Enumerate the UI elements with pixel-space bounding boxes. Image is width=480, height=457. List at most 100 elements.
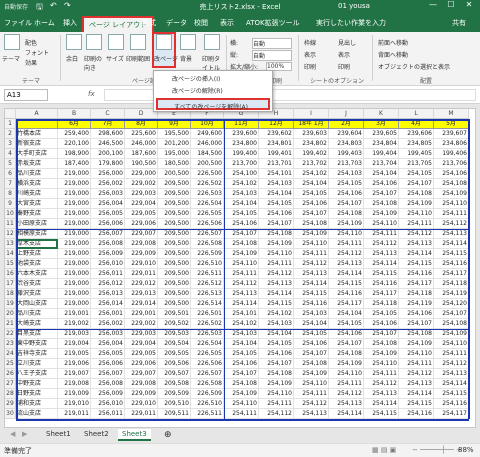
table-cell[interactable]: 254,107 — [329, 339, 364, 349]
table-cell[interactable]: 209,500 — [158, 219, 191, 229]
table-cell[interactable]: 254,106 — [399, 309, 434, 319]
user-name[interactable]: 01 yousa — [338, 2, 370, 10]
table-cell[interactable]: 195,000 — [158, 149, 191, 159]
table-cell[interactable]: 219,000 — [58, 219, 91, 229]
table-cell[interactable]: 254,109 — [399, 199, 434, 209]
table-cell[interactable]: 254,111 — [224, 409, 259, 419]
table-cell[interactable]: 209,504 — [158, 339, 191, 349]
table-cell[interactable]: 239,605 — [364, 129, 399, 139]
row-header[interactable]: 17 — [5, 279, 16, 289]
table-cell[interactable]: 234,806 — [434, 139, 469, 149]
zoom-slider[interactable]: − ─────┼── + — [412, 446, 462, 454]
table-cell[interactable]: 254,116 — [364, 279, 399, 289]
table-cell[interactable]: 213,706 — [434, 159, 469, 169]
table-cell[interactable]: 229,009 — [125, 249, 158, 259]
column-header[interactable]: K — [364, 109, 399, 119]
table-cell[interactable]: 254,106 — [329, 329, 364, 339]
table-cell[interactable]: 254,114 — [329, 409, 364, 419]
table-cell[interactable]: 195,500 — [158, 129, 191, 139]
table-cell[interactable]: 254,105 — [399, 169, 434, 179]
table-cell[interactable]: 日野支店 — [16, 389, 58, 399]
row-header[interactable]: 21 — [5, 319, 16, 329]
table-cell[interactable]: 254,110 — [224, 399, 259, 409]
sheet-tab-1[interactable]: Sheet1 — [42, 429, 75, 441]
table-cell[interactable]: 229,010 — [125, 399, 158, 409]
table-cell[interactable]: 229,007 — [125, 369, 158, 379]
table-cell[interactable]: 254,107 — [364, 189, 399, 199]
table-cell[interactable]: 225,600 — [125, 129, 158, 139]
table-cell[interactable]: 209,500 — [158, 249, 191, 259]
table-cell[interactable]: 254,117 — [434, 269, 469, 279]
column-header[interactable]: J — [329, 109, 364, 119]
table-cell[interactable]: 254,109 — [434, 189, 469, 199]
table-cell[interactable]: 254,108 — [329, 209, 364, 219]
table-cell[interactable]: 254,112 — [364, 239, 399, 249]
active-cell-A13[interactable] — [16, 239, 58, 249]
table-cell[interactable]: 254,114 — [224, 299, 259, 309]
table-cell[interactable]: 219,001 — [58, 309, 91, 319]
tab-review[interactable]: 校閲 — [194, 18, 208, 28]
row-header[interactable]: 6 — [5, 169, 16, 179]
table-cell[interactable]: 254,110 — [224, 259, 259, 269]
table-cell[interactable]: 219,003 — [58, 329, 91, 339]
table-cell[interactable]: 229,014 — [125, 299, 158, 309]
table-cell[interactable]: 254,107 — [259, 219, 294, 229]
column-header[interactable]: A — [16, 109, 58, 119]
table-cell[interactable]: 254,106 — [434, 169, 469, 179]
table-cell[interactable]: 246,500 — [91, 139, 125, 149]
row-header[interactable]: 19 — [5, 299, 16, 309]
table-cell[interactable]: 209,501 — [158, 309, 191, 319]
row-header[interactable]: 4 — [5, 149, 16, 159]
table-cell[interactable]: 大崎支店 — [16, 319, 58, 329]
table-cell[interactable]: 小田原支店 — [16, 219, 58, 229]
table-cell[interactable]: 226,506 — [191, 359, 224, 369]
table-cell[interactable]: 254,112 — [259, 409, 294, 419]
table-cell[interactable]: 219,000 — [58, 239, 91, 249]
table-cell[interactable]: 229,002 — [125, 319, 158, 329]
table-cell[interactable]: 254,111 — [294, 249, 329, 259]
table-cell[interactable]: 229,009 — [125, 389, 158, 399]
table-cell[interactable]: 254,107 — [294, 209, 329, 219]
table-cell[interactable]: 254,112 — [364, 379, 399, 389]
table-cell[interactable]: 254,109 — [434, 329, 469, 339]
table-cell[interactable]: 254,110 — [399, 209, 434, 219]
row-header[interactable]: 12 — [5, 229, 16, 239]
table-cell[interactable]: 256,012 — [91, 279, 125, 289]
table-cell[interactable]: 256,001 — [91, 309, 125, 319]
table-cell[interactable]: 234,800 — [224, 139, 259, 149]
table-cell[interactable]: 234,801 — [259, 139, 294, 149]
table-cell[interactable]: 254,109 — [364, 349, 399, 359]
tab-formulas[interactable]: 数式 — [142, 18, 156, 28]
table-cell[interactable]: 219,005 — [58, 349, 91, 359]
fonts-button[interactable]: フォント — [25, 48, 49, 57]
theme-button[interactable]: テーマ — [2, 54, 20, 63]
row-header[interactable]: 22 — [5, 329, 16, 339]
table-cell[interactable]: 234,803 — [329, 139, 364, 149]
table-cell[interactable]: 254,113 — [294, 269, 329, 279]
tab-atok[interactable]: ATOK拡張ツール — [246, 18, 300, 28]
table-cell[interactable]: 254,112 — [399, 229, 434, 239]
table-cell[interactable]: 254,113 — [329, 399, 364, 409]
orientation-icon[interactable] — [86, 34, 102, 50]
selection-pane-button[interactable]: オブジェクトの選択と表示 — [378, 62, 450, 71]
table-cell[interactable]: 219,000 — [58, 289, 91, 299]
name-box[interactable]: A13 — [4, 89, 48, 101]
table-cell[interactable]: 254,109 — [224, 249, 259, 259]
table-cell[interactable]: 赤坂支店 — [16, 159, 58, 169]
table-cell[interactable]: 226,504 — [191, 199, 224, 209]
table-cell[interactable]: 209,500 — [158, 179, 191, 189]
table-cell[interactable]: 226,514 — [191, 299, 224, 309]
table-cell[interactable]: 226,502 — [191, 319, 224, 329]
table-cell[interactable]: 254,113 — [434, 229, 469, 239]
height-select[interactable]: 自動 — [252, 50, 292, 61]
table-cell[interactable]: 254,113 — [399, 379, 434, 389]
table-cell[interactable]: 池袋支店 — [16, 259, 58, 269]
table-cell[interactable]: 254,103 — [259, 319, 294, 329]
table-cell[interactable]: 184,500 — [191, 149, 224, 159]
table-cell[interactable]: 256,009 — [91, 249, 125, 259]
table-cell[interactable]: 254,109 — [364, 209, 399, 219]
table-cell[interactable]: 229,005 — [125, 209, 158, 219]
table-cell[interactable]: 立川支店 — [16, 359, 58, 369]
table-cell[interactable]: 254,105 — [224, 209, 259, 219]
size-button[interactable]: サイズ — [106, 54, 124, 63]
